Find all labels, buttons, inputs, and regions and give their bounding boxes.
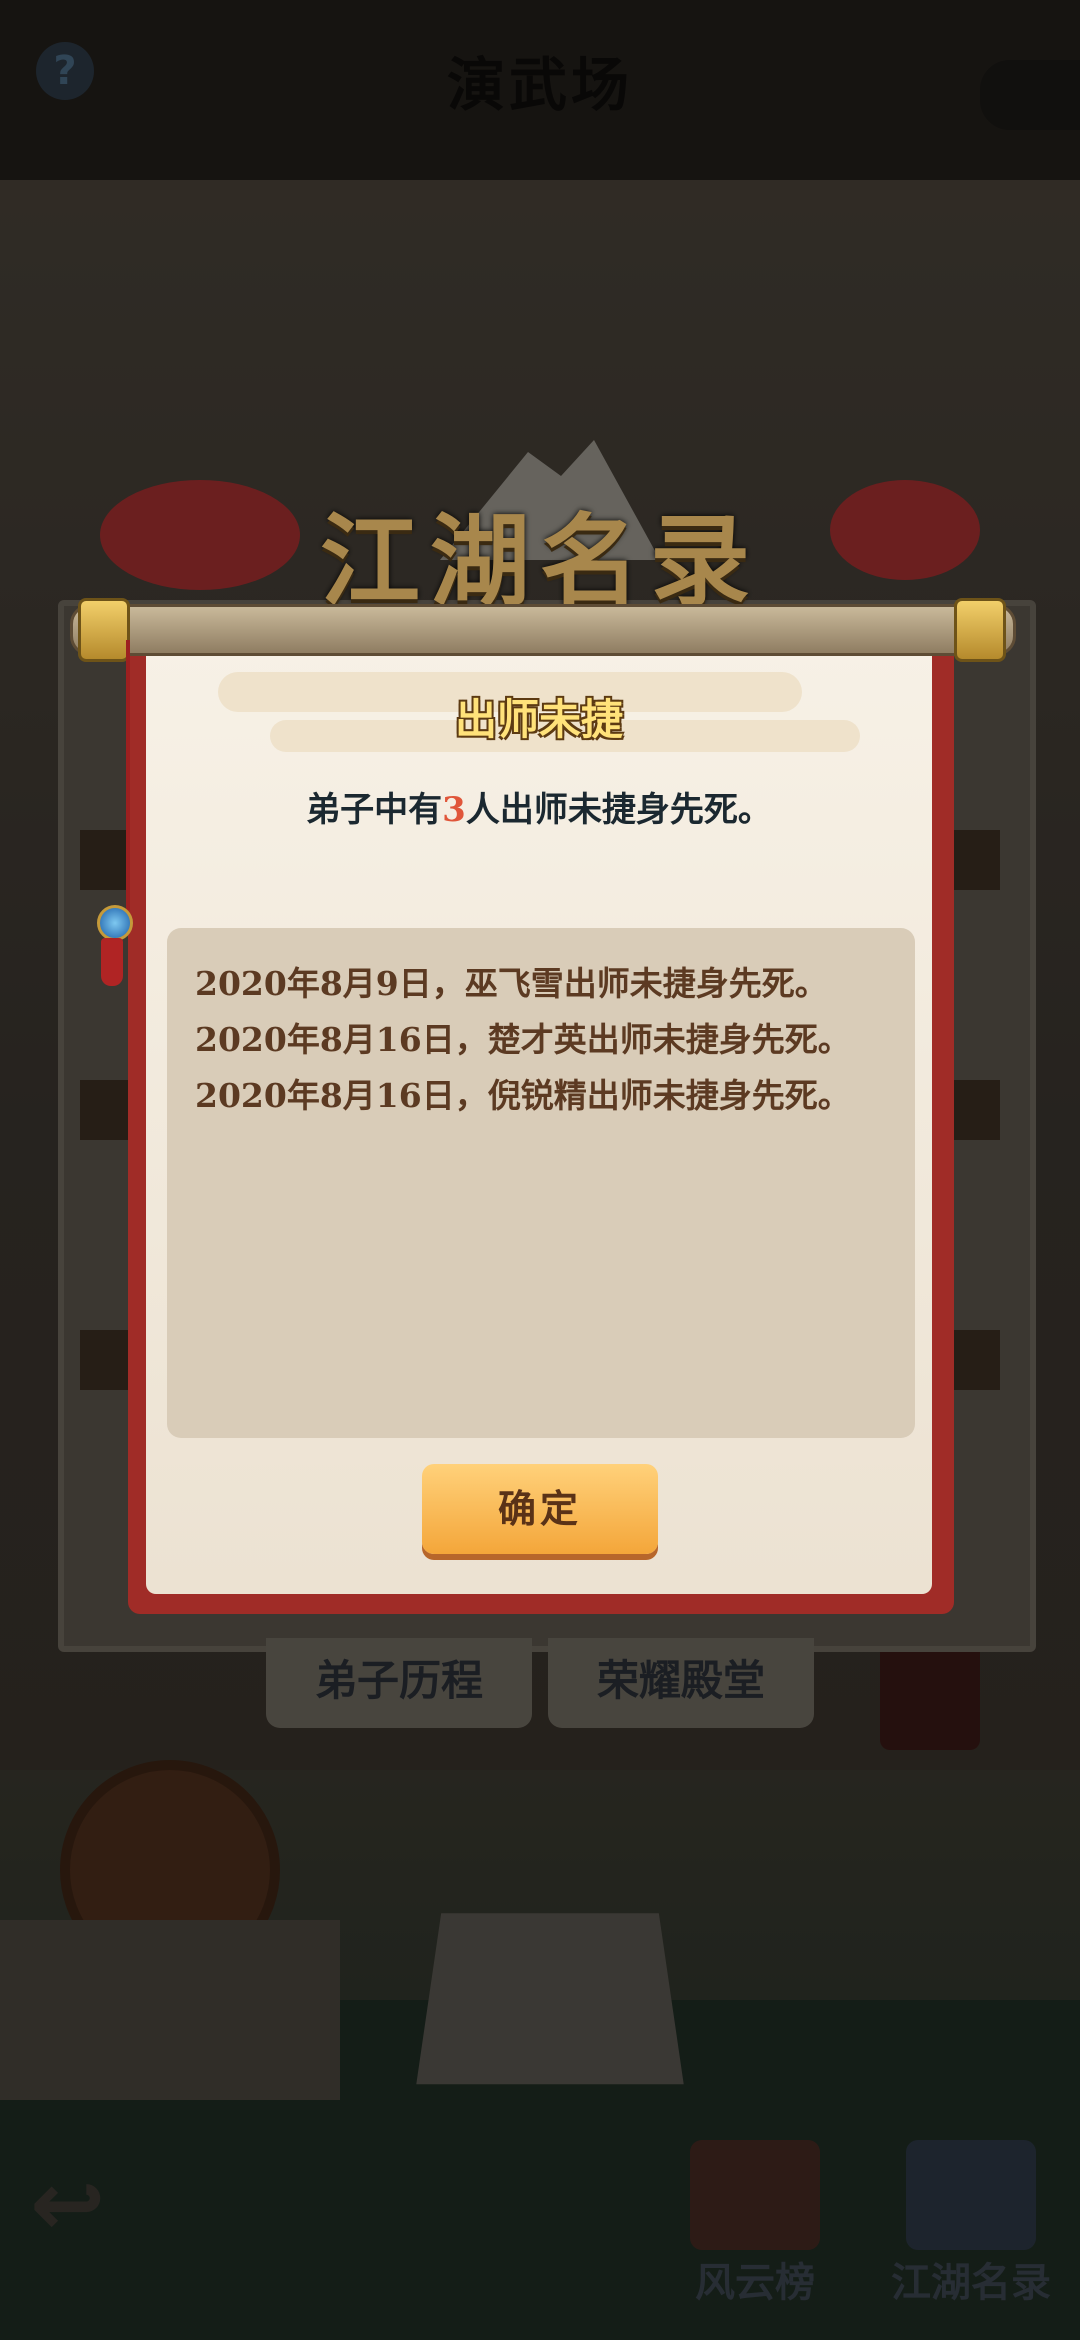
banner: 江湖名录 — [80, 440, 1000, 620]
bottom-nav-label: 江湖名录 — [891, 2259, 1051, 2306]
bottom-nav-label: 风云榜 — [695, 2259, 815, 2306]
record-item: 2020年8月16日，楚才英出师未捷身先死。 — [195, 1020, 851, 1059]
scroll-rod — [70, 604, 1016, 656]
tab-disciple-history[interactable]: 弟子历程 — [266, 1638, 532, 1728]
top-right-button[interactable] — [980, 60, 1080, 130]
bottom-nav-fengyun[interactable]: 风云榜 — [660, 2140, 850, 2310]
tab-hall-of-glory[interactable]: 荣耀殿堂 — [548, 1638, 814, 1728]
tassel-bead-icon — [97, 905, 133, 941]
back-icon[interactable]: ↩ — [30, 2160, 140, 2250]
book-icon — [906, 2140, 1036, 2250]
record-item: 2020年8月16日，倪锐精出师未捷身先死。 — [195, 1076, 851, 1115]
stone-path — [416, 1913, 684, 2085]
scroll-list-icon — [690, 2140, 820, 2250]
bottom-nav-jianghu[interactable]: 江湖名录 — [876, 2140, 1066, 2310]
tassel — [101, 938, 123, 986]
tassel-cord — [126, 640, 130, 910]
summary-suffix: 人出师未捷身先死。 — [465, 790, 772, 830]
summary-text: 弟子中有3人出师未捷身先死。 — [146, 782, 932, 831]
record-list: 2020年8月9日，巫飞雪出师未捷身先死。 2020年8月16日，楚才英出师未捷… — [167, 928, 915, 1438]
modal-title: 出师未捷 — [454, 695, 623, 744]
confirm-button[interactable]: 确定 — [422, 1464, 658, 1554]
rod-cap — [954, 598, 1006, 662]
rod-cap — [78, 598, 130, 662]
page-title: 演武场 — [446, 51, 633, 119]
summary-count: 3 — [442, 790, 466, 830]
drum-stand — [0, 1920, 340, 2100]
summary-prefix: 弟子中有 — [306, 790, 443, 830]
record-item: 2020年8月9日，巫飞雪出师未捷身先死。 — [195, 964, 828, 1003]
